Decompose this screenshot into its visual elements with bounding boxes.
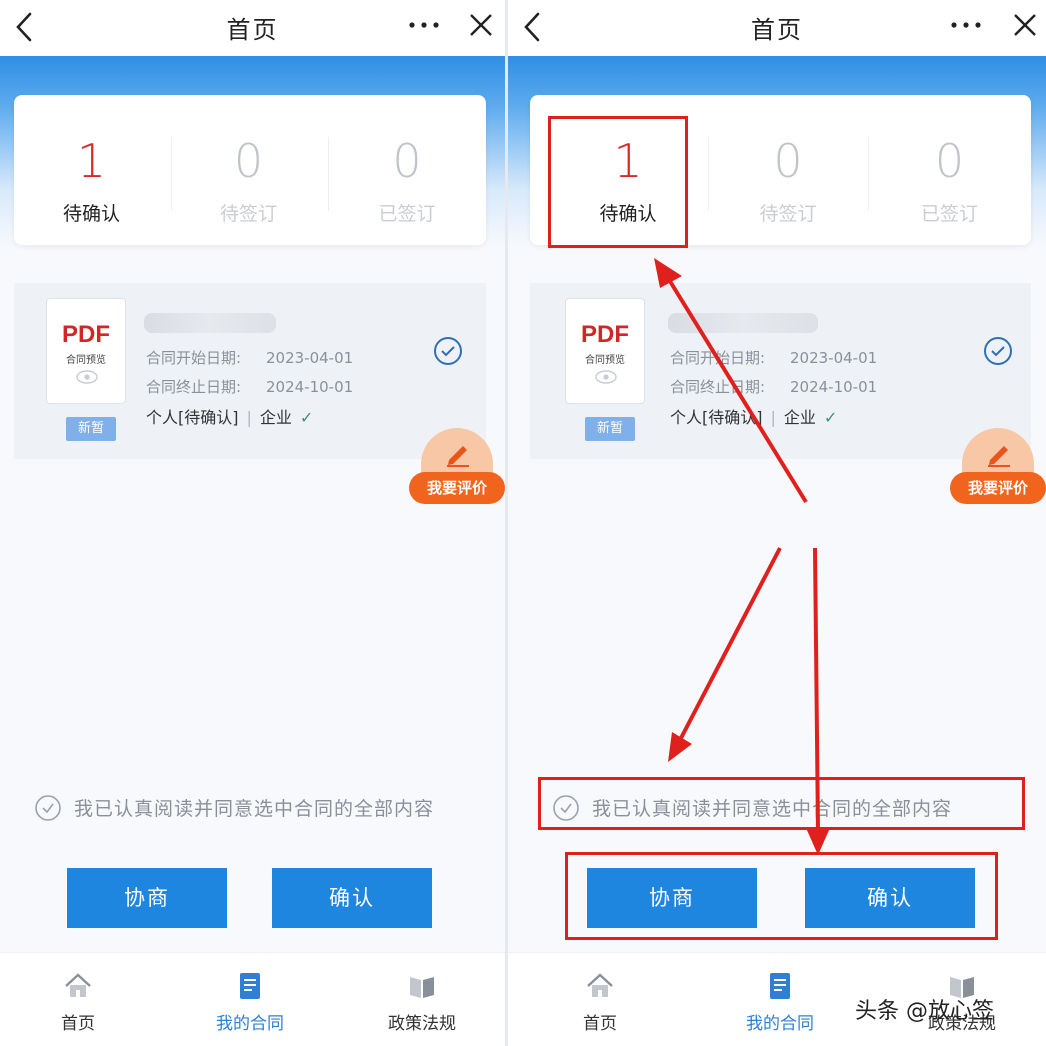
party-company: 企业 bbox=[783, 408, 816, 427]
end-date-value: 2024-10-01 bbox=[266, 378, 354, 396]
party-company: 企业 bbox=[259, 408, 292, 427]
stat-pending-sign[interactable]: 0 待签订 bbox=[171, 95, 326, 245]
end-date-label: 合同终止日期: bbox=[670, 378, 766, 396]
party-status-row: 个人[待确认] | 企业 ✓ bbox=[146, 404, 313, 428]
contract-doc-icon bbox=[770, 973, 790, 999]
select-check-icon[interactable] bbox=[432, 335, 464, 367]
file-type: PDF bbox=[62, 321, 110, 348]
file-preview-label: 合同预览 bbox=[66, 355, 106, 366]
review-widget[interactable]: 我要评价 bbox=[950, 428, 1046, 510]
status-tag: 新暂 bbox=[66, 417, 116, 441]
tab-my-contracts[interactable]: 我的合同 bbox=[710, 953, 850, 1046]
watermark: 头条 @放心签 bbox=[855, 999, 994, 1024]
stat-value: 0 bbox=[233, 134, 264, 188]
end-date-label: 合同终止日期: bbox=[146, 378, 242, 396]
tab-label: 首页 bbox=[583, 1014, 617, 1034]
stat-pending-confirm[interactable]: 1 待确认 bbox=[14, 95, 169, 245]
bottom-tab-bar: 首页 我的合同 政策法规 bbox=[0, 952, 505, 1046]
pen-icon bbox=[447, 446, 469, 467]
tab-policies[interactable]: 政策法规 bbox=[352, 953, 492, 1046]
home-icon bbox=[65, 973, 91, 997]
start-date-row: 合同开始日期: 2023-04-01 bbox=[146, 347, 353, 368]
contract-name-blurred bbox=[144, 313, 276, 333]
status-tag: 新暂 bbox=[585, 417, 635, 441]
tab-home[interactable]: 首页 bbox=[530, 953, 670, 1046]
highlight-box-agreement bbox=[538, 777, 1025, 830]
stat-value: 0 bbox=[392, 134, 422, 188]
stat-label: 已签订 bbox=[920, 203, 978, 225]
eye-icon bbox=[595, 370, 617, 384]
confirm-button[interactable]: 确认 bbox=[272, 868, 432, 928]
agreement-text: 我已认真阅读并同意选中合同的全部内容 bbox=[74, 798, 435, 820]
tab-label: 政策法规 bbox=[388, 1014, 456, 1034]
tab-label: 首页 bbox=[61, 1014, 95, 1034]
party-personal: 个人[待确认] bbox=[146, 408, 239, 427]
tab-home[interactable]: 首页 bbox=[8, 953, 148, 1046]
start-date-value: 2023-04-01 bbox=[790, 349, 878, 367]
company-check-icon: ✓ bbox=[823, 408, 838, 427]
end-date-row: 合同终止日期: 2024-10-01 bbox=[146, 376, 353, 397]
pen-icon bbox=[988, 446, 1010, 467]
stat-value: 0 bbox=[773, 134, 803, 188]
start-date-row: 合同开始日期: 2023-04-01 bbox=[670, 347, 877, 368]
screen-right: 首页 1 待确认 0 待签订 0 已签订 PDF 合同预览 新暂 合同开始日期:… bbox=[508, 0, 1046, 1046]
title-bar: 首页 bbox=[508, 0, 1046, 56]
stat-label: 待确认 bbox=[62, 203, 120, 225]
start-date-label: 合同开始日期: bbox=[146, 349, 242, 367]
review-button[interactable]: 我要评价 bbox=[409, 472, 505, 504]
review-widget[interactable]: 我要评价 bbox=[409, 428, 505, 510]
end-date-value: 2024-10-01 bbox=[790, 378, 878, 396]
tab-label: 我的合同 bbox=[746, 1014, 814, 1034]
stat-label: 待签订 bbox=[219, 203, 277, 225]
stat-signed[interactable]: 0 已签订 bbox=[868, 95, 1031, 245]
book-icon bbox=[410, 977, 434, 998]
stat-pending-sign[interactable]: 0 待签订 bbox=[708, 95, 868, 245]
tab-label: 我的合同 bbox=[216, 1014, 284, 1034]
negotiate-button[interactable]: 协商 bbox=[67, 868, 227, 928]
title-bar: 首页 bbox=[0, 0, 505, 56]
tab-my-contracts[interactable]: 我的合同 bbox=[180, 953, 320, 1046]
eye-icon bbox=[76, 370, 98, 384]
party-status-row: 个人[待确认] | 企业 ✓ bbox=[670, 404, 837, 428]
file-type: PDF bbox=[581, 321, 629, 348]
stat-label: 待签订 bbox=[759, 203, 817, 225]
close-icon[interactable] bbox=[466, 10, 496, 40]
contract-doc-icon bbox=[240, 973, 260, 999]
pdf-thumbnail[interactable]: PDF 合同预览 bbox=[565, 298, 645, 404]
pdf-thumbnail[interactable]: PDF 合同预览 bbox=[46, 298, 126, 404]
agree-checkbox-icon[interactable] bbox=[34, 794, 62, 822]
highlight-box-pending bbox=[548, 116, 688, 248]
select-check-icon[interactable] bbox=[982, 335, 1014, 367]
party-personal: 个人[待确认] bbox=[670, 408, 763, 427]
more-icon[interactable] bbox=[404, 10, 444, 40]
file-preview-label: 合同预览 bbox=[585, 355, 625, 366]
stat-label: 已签订 bbox=[378, 203, 436, 225]
home-icon bbox=[587, 973, 613, 997]
end-date-row: 合同终止日期: 2024-10-01 bbox=[670, 376, 877, 397]
party-separator: | bbox=[770, 408, 776, 427]
screen-left: 首页 1 待确认 0 待签订 0 已签订 PDF 合同预览 新暂 合同开始日期:… bbox=[0, 0, 505, 1046]
stat-value: 0 bbox=[934, 134, 965, 188]
stats-card: 1 待确认 0 待签订 0 已签订 bbox=[14, 95, 486, 245]
review-button[interactable]: 我要评价 bbox=[950, 472, 1046, 504]
company-check-icon: ✓ bbox=[299, 408, 314, 427]
start-date-label: 合同开始日期: bbox=[670, 349, 766, 367]
stat-value: 1 bbox=[76, 134, 107, 188]
more-icon[interactable] bbox=[946, 10, 986, 40]
contract-name-blurred bbox=[668, 313, 818, 333]
close-icon[interactable] bbox=[1010, 10, 1040, 40]
stat-signed[interactable]: 0 已签订 bbox=[328, 95, 486, 245]
start-date-value: 2023-04-01 bbox=[266, 349, 354, 367]
highlight-box-buttons bbox=[565, 852, 998, 940]
party-separator: | bbox=[246, 408, 252, 427]
